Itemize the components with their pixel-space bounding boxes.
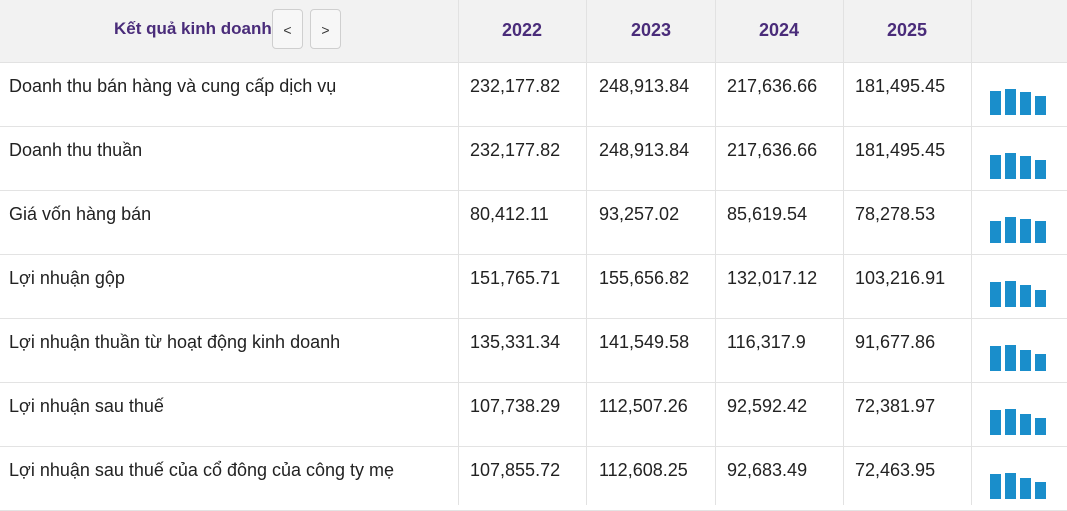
table-row: Doanh thu bán hàng và cung cấp dịch vụ 23…	[0, 63, 1067, 127]
row-value-2022: 232,177.82	[470, 76, 561, 96]
next-period-button[interactable]: >	[310, 9, 341, 49]
row-value-2024: 92,683.49	[727, 460, 808, 480]
row-label: Lợi nhuận sau thuế	[9, 396, 164, 416]
row-value-2025: 91,677.86	[855, 332, 936, 352]
table-row: Lợi nhuận sau thuế 107,738.29 112,507.26 92…	[0, 383, 1067, 447]
mini-bar	[1020, 92, 1031, 115]
row-value-2025: 72,381.97	[855, 396, 936, 416]
table-row: Lợi nhuận thuần từ hoạt động kinh doanh 1…	[0, 319, 1067, 383]
mini-bar	[1005, 153, 1016, 179]
mini-bar	[1020, 219, 1031, 243]
row-value-2023: 112,608.25	[599, 460, 688, 480]
table-row: Lợi nhuận sau thuế của cổ đông của công …	[0, 447, 1067, 511]
mini-bar	[1035, 96, 1046, 115]
row-value-2023: 112,507.26	[599, 396, 688, 416]
row-value-2025: 181,495.45	[855, 76, 946, 96]
year-header-2025: 2025	[886, 20, 928, 40]
mini-bar	[1035, 290, 1046, 307]
row-value-2024: 132,017.12	[727, 268, 818, 288]
mini-bar-chart[interactable]	[990, 341, 1050, 371]
row-value-2022: 135,331.34	[470, 332, 561, 352]
row-value-2025: 103,216.91	[855, 268, 946, 288]
row-value-2025: 72,463.95	[855, 460, 936, 480]
row-label: Doanh thu bán hàng và cung cấp dịch vụ	[9, 76, 337, 96]
year-header-2024: 2024	[758, 20, 800, 40]
mini-bar	[1005, 473, 1016, 499]
column-divider	[843, 0, 844, 505]
mini-bar	[1020, 414, 1031, 435]
table-row: Giá vốn hàng bán 80,412.11 93,257.02 85,619…	[0, 191, 1067, 255]
mini-bar-chart[interactable]	[990, 405, 1050, 435]
row-value-2024: 116,317.9	[727, 332, 806, 352]
mini-bar	[990, 155, 1001, 179]
column-divider	[971, 0, 972, 505]
year-header-2022: 2022	[501, 20, 543, 40]
mini-bar	[1005, 345, 1016, 371]
mini-bar	[990, 474, 1001, 499]
row-value-2025: 181,495.45	[855, 140, 946, 160]
row-value-2022: 80,412.11	[470, 204, 549, 224]
table-row: Doanh thu thuần 232,177.82 248,913.84 217,6…	[0, 127, 1067, 191]
mini-bar	[1035, 160, 1046, 179]
row-value-2024: 85,619.54	[727, 204, 808, 224]
row-value-2024: 217,636.66	[727, 76, 818, 96]
mini-bar-chart[interactable]	[990, 469, 1050, 499]
mini-bar	[990, 346, 1001, 371]
row-value-2023: 155,656.82	[599, 268, 690, 288]
mini-bar	[990, 221, 1001, 243]
row-value-2022: 151,765.71	[470, 268, 561, 288]
column-divider	[715, 0, 716, 505]
mini-bar	[990, 410, 1001, 435]
mini-bar-chart[interactable]	[990, 85, 1050, 115]
row-label: Lợi nhuận thuần từ hoạt động kinh doanh	[9, 332, 341, 352]
mini-bar	[1020, 478, 1031, 499]
mini-bar	[1020, 350, 1031, 371]
table-header: Kết quả kinh doanh < > 2022 2023 2024 20…	[0, 0, 1067, 63]
mini-bar	[1020, 156, 1031, 179]
row-label: Lợi nhuận gộp	[9, 268, 125, 288]
mini-bar	[990, 91, 1001, 115]
mini-bar	[1005, 409, 1016, 435]
row-label: Lợi nhuận sau thuế của cổ đông của công …	[9, 460, 395, 480]
table-title: Kết quả kinh doanh	[114, 19, 272, 38]
mini-bar	[1020, 285, 1031, 307]
mini-bar	[990, 282, 1001, 307]
row-value-2022: 232,177.82	[470, 140, 561, 160]
table-row: Lợi nhuận gộp 151,765.71 155,656.82 132,017…	[0, 255, 1067, 319]
row-label: Giá vốn hàng bán	[9, 204, 152, 224]
mini-bar	[1005, 217, 1016, 243]
year-header-2023: 2023	[630, 20, 672, 40]
mini-bar	[1035, 221, 1046, 243]
prev-period-button[interactable]: <	[272, 9, 303, 49]
mini-bar	[1035, 418, 1046, 435]
row-value-2022: 107,738.29	[470, 396, 561, 416]
mini-bar	[1005, 281, 1016, 307]
mini-bar	[1035, 354, 1046, 371]
row-value-2023: 93,257.02	[599, 204, 680, 224]
row-value-2022: 107,855.72	[470, 460, 561, 480]
mini-bar	[1005, 89, 1016, 115]
mini-bar-chart[interactable]	[990, 277, 1050, 307]
row-value-2024: 217,636.66	[727, 140, 818, 160]
mini-bar-chart[interactable]	[990, 149, 1050, 179]
row-value-2023: 141,549.58	[599, 332, 690, 352]
row-value-2023: 248,913.84	[599, 76, 690, 96]
mini-bar-chart[interactable]	[990, 213, 1050, 243]
business-results-table: Kết quả kinh doanh < > 2022 2023 2024 20…	[0, 0, 1067, 511]
row-label: Doanh thu thuần	[9, 140, 143, 160]
row-value-2023: 248,913.84	[599, 140, 690, 160]
row-value-2024: 92,592.42	[727, 396, 808, 416]
mini-bar	[1035, 482, 1046, 499]
row-value-2025: 78,278.53	[855, 204, 936, 224]
column-divider	[458, 0, 459, 505]
column-divider	[586, 0, 587, 505]
